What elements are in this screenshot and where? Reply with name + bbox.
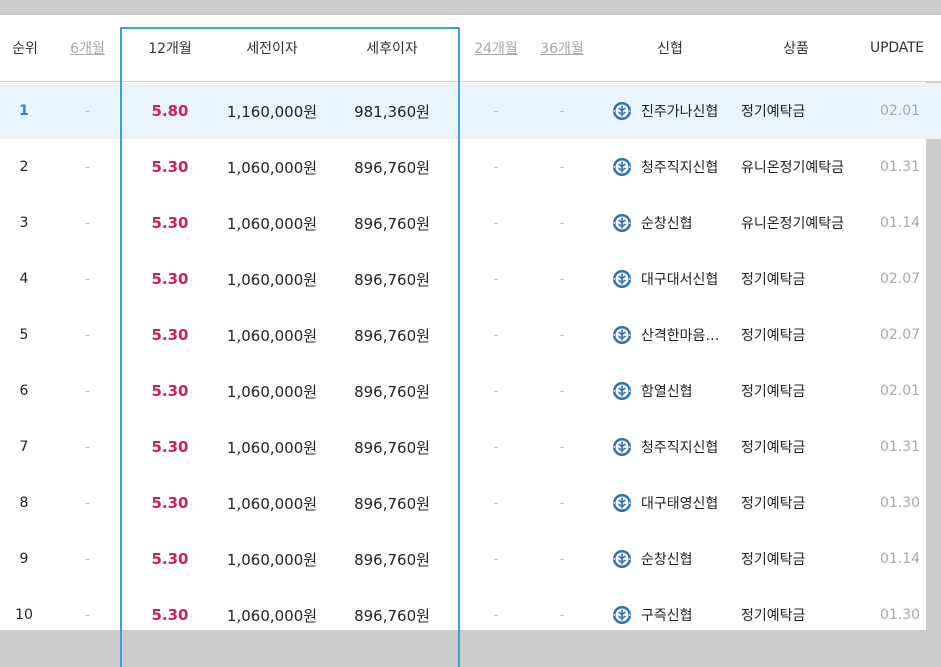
rate-24m-cell: - [493, 439, 499, 455]
rate-6m-cell: - [85, 439, 90, 455]
bank-name: 함열신협 [641, 384, 693, 400]
product-cell: 정기예탁금 [741, 496, 806, 512]
rate-6m-cell: - [85, 103, 90, 119]
bank-name: 구즉신협 [641, 608, 693, 624]
bank-cell[interactable]: 순창신협 [612, 195, 732, 251]
rate-6m-cell: - [85, 327, 90, 343]
bank-name: 진주가나신협 [641, 104, 719, 120]
header-24-months[interactable]: 24개월 [466, 15, 526, 81]
rate-36m-cell: - [559, 103, 565, 119]
rank-cell: 4 [19, 271, 29, 287]
bank-cell[interactable]: 진주가나신협 [612, 83, 732, 139]
rate-6m-cell: - [85, 607, 90, 623]
update-date-cell: 01.31 [879, 159, 921, 175]
rate-24m-cell: - [493, 607, 499, 623]
update-date-cell: 02.01 [879, 383, 921, 399]
selected-column-frame [120, 27, 460, 667]
update-date-cell: 01.14 [879, 551, 921, 567]
rate-36m-cell: - [559, 495, 565, 511]
update-date-cell: 01.14 [879, 215, 921, 231]
product-cell: 정기예탁금 [741, 272, 806, 288]
rate-36m-cell: - [559, 159, 565, 175]
bank-cell[interactable]: 청주직지신협 [612, 139, 732, 195]
bank-name: 대구태영신협 [641, 496, 719, 512]
rank-cell: 1 [19, 103, 29, 119]
rate-6m-cell: - [85, 159, 90, 175]
product-cell: 정기예탁금 [741, 552, 806, 568]
rank-cell: 2 [19, 159, 29, 175]
bank-cell[interactable]: 순창신협 [612, 531, 732, 587]
shinhyup-logo-icon [613, 606, 631, 624]
product-cell: 정기예탁금 [741, 440, 806, 456]
header-36-months[interactable]: 36개월 [532, 15, 592, 81]
rate-24m-cell: - [493, 327, 499, 343]
product-cell: 유니온정기예탁금 [741, 160, 845, 176]
rank-cell: 5 [19, 327, 29, 343]
rate-6m-cell: - [85, 215, 90, 231]
rate-36m-cell: - [559, 271, 565, 287]
update-date-cell: 01.30 [879, 607, 921, 623]
rate-24m-cell: - [493, 383, 499, 399]
bank-name: 순창신협 [641, 552, 693, 568]
bank-name: 산격한마음… [641, 328, 720, 344]
shinhyup-logo-icon [613, 382, 631, 400]
rank-cell: 10 [15, 607, 33, 623]
shinhyup-logo-icon [613, 326, 631, 344]
rate-6m-cell: - [85, 495, 90, 511]
rate-6m-cell: - [85, 271, 90, 287]
product-cell: 정기예탁금 [741, 104, 806, 120]
rate-36m-cell: - [559, 607, 565, 623]
bank-cell[interactable]: 구즉신협 [612, 587, 732, 643]
rate-6m-cell: - [85, 551, 90, 567]
bank-name: 순창신협 [641, 216, 693, 232]
rate-6m-cell: - [85, 383, 90, 399]
rate-24m-cell: - [493, 495, 499, 511]
rank-cell: 8 [19, 495, 29, 511]
rate-36m-cell: - [559, 551, 565, 567]
bank-cell[interactable]: 함열신협 [612, 363, 732, 419]
rank-cell: 9 [19, 551, 29, 567]
rank-cell: 7 [19, 439, 29, 455]
shinhyup-logo-icon [613, 270, 631, 288]
rate-36m-cell: - [559, 439, 565, 455]
product-cell: 유니온정기예탁금 [741, 216, 845, 232]
bank-name: 청주직지신협 [641, 440, 719, 456]
product-cell: 정기예탁금 [741, 328, 806, 344]
rate-24m-cell: - [493, 215, 499, 231]
update-date-cell: 02.07 [879, 327, 921, 343]
product-cell: 정기예탁금 [741, 608, 806, 624]
shinhyup-logo-icon [613, 550, 631, 568]
shinhyup-logo-icon [613, 158, 631, 176]
bank-name: 청주직지신협 [641, 160, 719, 176]
rate-36m-cell: - [559, 215, 565, 231]
shinhyup-logo-icon [613, 102, 631, 120]
bank-name: 대구대서신협 [641, 272, 719, 288]
rate-36m-cell: - [559, 383, 565, 399]
bank-cell[interactable]: 대구대서신협 [612, 251, 732, 307]
bank-cell[interactable]: 대구태영신협 [612, 475, 732, 531]
shinhyup-logo-icon [613, 214, 631, 232]
rate-24m-cell: - [493, 103, 499, 119]
rate-24m-cell: - [493, 271, 499, 287]
header-update: UPDATE [870, 40, 924, 56]
header-6-months[interactable]: 6개월 [60, 15, 115, 81]
header-rank: 순위 [12, 41, 38, 57]
rate-24m-cell: - [493, 159, 499, 175]
bank-cell[interactable]: 청주직지신협 [612, 419, 732, 475]
rate-24m-cell: - [493, 551, 499, 567]
shinhyup-logo-icon [613, 438, 631, 456]
update-date-cell: 01.30 [879, 495, 921, 511]
header-product: 상품 [783, 41, 809, 57]
rank-cell: 6 [19, 383, 29, 399]
rate-36m-cell: - [559, 327, 565, 343]
update-date-cell: 02.01 [879, 103, 921, 119]
product-cell: 정기예탁금 [741, 384, 806, 400]
bank-cell[interactable]: 산격한마음… [612, 307, 732, 363]
update-date-cell: 01.31 [879, 439, 921, 455]
rank-cell: 3 [19, 215, 29, 231]
update-date-cell: 02.07 [879, 271, 921, 287]
header-bank: 신협 [657, 41, 683, 57]
shinhyup-logo-icon [613, 494, 631, 512]
